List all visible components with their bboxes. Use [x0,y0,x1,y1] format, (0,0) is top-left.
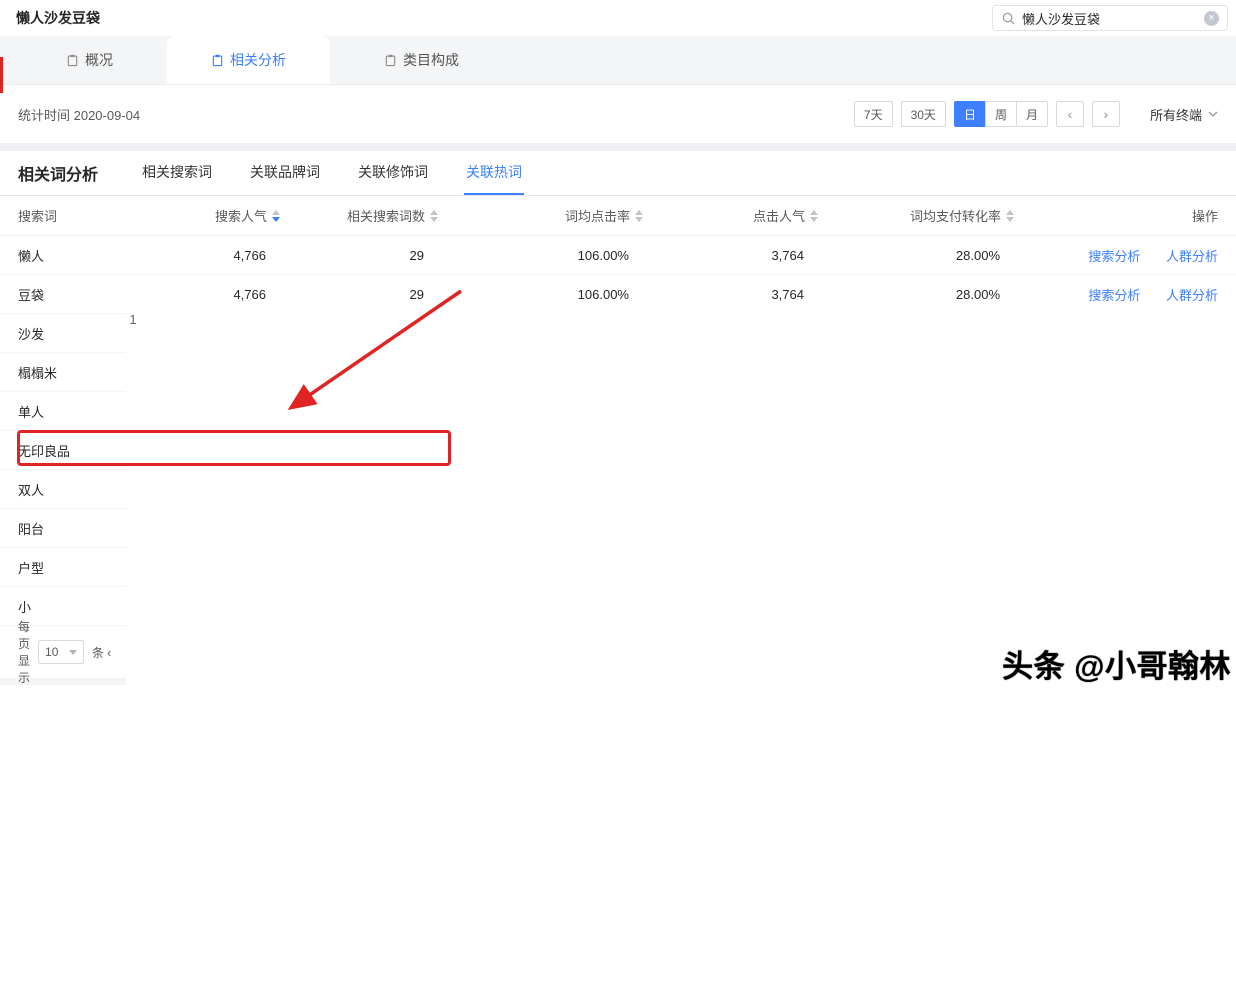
range-group: 日 周 月 [954,101,1048,127]
range-month-button[interactable]: 月 [1016,101,1048,127]
cell-actions: 搜索分析 人群分析 [1014,246,1218,265]
subtab-hot-words[interactable]: 关联热词 [464,151,524,195]
range-week-button[interactable]: 周 [985,101,1017,127]
pagination-page[interactable]: 1 [126,310,1236,995]
pagination-prev[interactable]: ‹ [104,643,114,662]
table-row: 懒人 4,766 29 106.00% 3,764 28.00% 搜索分析 人群… [0,236,1236,275]
cell-popularity: 4,766 [168,287,280,302]
terminal-label: 所有终端 [1150,105,1202,124]
sort-asc-icon [272,210,280,215]
tab-label: 概况 [85,50,113,70]
col-popularity[interactable]: 搜索人气 [168,206,280,225]
cell-keyword: 懒人 [18,246,168,265]
page-root: 懒人沙发豆袋 × 概况 相关分析 [0,0,1236,685]
cell-actions: 搜索分析 人群分析 [1014,285,1218,304]
terminal-select[interactable]: 所有终端 [1150,105,1218,124]
left-edge-red-mark [0,57,3,93]
tab-label: 类目构成 [403,50,459,70]
tab-category-composition[interactable]: 类目构成 [384,36,459,84]
page-size-label: 每页显示 [18,618,30,686]
table-footer: 每页显示 10 条 ‹ 12345› [0,626,1236,678]
sort-asc-icon [635,210,643,215]
cell-click-popularity: 3,764 [643,287,818,302]
search-analysis-link[interactable]: 搜索分析 [1088,288,1140,303]
range-7d-button[interactable]: 7天 [854,101,893,127]
sort-desc-icon [635,217,643,222]
crowd-analysis-link[interactable]: 人群分析 [1166,288,1218,303]
chevron-down-icon [1208,111,1218,117]
sort-asc-icon [430,210,438,215]
table-header: 搜索词 搜索人气 相关搜索词数 词均点击率 点击人气 词均支付转化率 操作 [0,196,1236,236]
subtab-brand-words[interactable]: 关联品牌词 [248,151,322,195]
section-divider [0,143,1236,151]
col-related-count[interactable]: 相关搜索词数 [280,206,438,225]
cell-related-count: 29 [280,248,438,263]
cell-conversion: 28.00% [818,287,1014,302]
search-analysis-link[interactable]: 搜索分析 [1088,249,1140,264]
clipboard-icon [211,54,224,67]
range-30d-button[interactable]: 30天 [901,101,946,127]
sort-desc-icon [810,217,818,222]
cell-keyword: 豆袋 [18,285,168,304]
sort-icons [430,210,438,222]
sort-icons [635,210,643,222]
sort-asc-icon [1006,210,1014,215]
page-size-select[interactable]: 10 [38,640,84,664]
subtab-modifier-words[interactable]: 关联修饰词 [356,151,430,195]
clipboard-icon [384,54,397,67]
sort-icons [272,210,280,222]
chevron-down-icon [69,650,77,655]
sort-asc-icon [810,210,818,215]
sort-desc-icon [1006,217,1014,222]
search-box[interactable]: × [992,5,1228,31]
cell-related-count: 29 [280,287,438,302]
search-input[interactable] [1022,11,1204,26]
nav-tab-bar: 概况 相关分析 类目构成 [0,36,1236,85]
stat-time-label: 统计时间 2020-09-04 [18,105,140,124]
sort-desc-icon [272,217,280,222]
cell-conversion: 28.00% [818,248,1014,263]
section-title: 相关词分析 [18,161,98,185]
col-ctr[interactable]: 词均点击率 [438,206,643,225]
col-click-popularity[interactable]: 点击人气 [643,206,818,225]
range-day-button[interactable]: 日 [954,101,986,127]
clipboard-icon [66,54,79,67]
cell-ctr: 106.00% [438,287,643,302]
tab-label: 相关分析 [230,50,286,70]
col-conversion[interactable]: 词均支付转化率 [818,206,1014,225]
page-size-control: 每页显示 10 条 [18,618,104,686]
related-words-section: 相关词分析 相关搜索词 关联品牌词 关联修饰词 关联热词 搜索词 搜索人气 相关… [0,151,1236,678]
next-date-button[interactable]: › [1092,101,1120,127]
col-actions: 操作 [1014,206,1218,225]
table-row: 豆袋 4,766 29 106.00% 3,764 28.00% 搜索分析 人群… [0,275,1236,314]
sort-icons [810,210,818,222]
search-icon [1001,11,1016,26]
cell-popularity: 4,766 [168,248,280,263]
prev-date-button[interactable]: ‹ [1056,101,1084,127]
subtab-related-search-words[interactable]: 相关搜索词 [140,151,214,195]
tab-related-analysis[interactable]: 相关分析 [167,36,330,84]
filter-bar: 统计时间 2020-09-04 7天 30天 日 周 月 ‹ › 所有终端 [0,85,1236,143]
section-header: 相关词分析 相关搜索词 关联品牌词 关联修饰词 关联热词 [0,151,1236,196]
cell-click-popularity: 3,764 [643,248,818,263]
clear-icon[interactable]: × [1204,11,1219,26]
sort-desc-icon [430,217,438,222]
page-size-unit: 条 [92,644,104,661]
col-keyword: 搜索词 [18,206,168,225]
crowd-analysis-link[interactable]: 人群分析 [1166,249,1218,264]
page-title: 懒人沙发豆袋 [16,8,100,28]
top-bar: 懒人沙发豆袋 × [0,0,1236,36]
cell-ctr: 106.00% [438,248,643,263]
sub-tab-bar: 相关搜索词 关联品牌词 关联修饰词 关联热词 [140,151,558,195]
tab-overview[interactable]: 概况 [66,36,113,84]
pagination: ‹ 12345› [104,310,1236,995]
sort-icons [1006,210,1014,222]
